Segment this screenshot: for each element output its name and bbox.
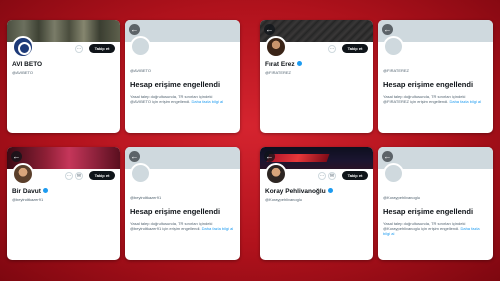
panel-birdavut: ← ⋯ ✉ Takip et Bir Davut @beyindtkazer91…: [7, 147, 240, 260]
withheld-handle: @beyindtkazer91: [130, 195, 162, 200]
avatar-placeholder: [130, 163, 151, 184]
panel-avibeto: ⋯ Takip et AVI BETO @AVIBETO ← @AVIBETO …: [7, 20, 240, 133]
profile-handle: @FIRATEREZ: [265, 70, 291, 75]
panel-firaterez: ← ⋯ Takip et Fırat Erez @FIRATEREZ ← @FI…: [260, 20, 493, 133]
profile-card: ← ⋯ Takip et Fırat Erez @FIRATEREZ: [260, 20, 373, 133]
verified-badge-icon: [327, 188, 333, 193]
avatar-placeholder: [383, 163, 404, 184]
withheld-card: ← @FIRATEREZ Hesap erişime engellendi Ya…: [378, 20, 493, 133]
profile-name: Fırat Erez: [265, 61, 302, 68]
back-arrow-icon[interactable]: ←: [382, 151, 393, 162]
learn-more-link[interactable]: Daha fazla bilgi al: [449, 99, 481, 104]
withheld-message: Yasal talep doğrultusunda, TR sınırları …: [130, 94, 224, 104]
profile-name: Koray Pehlivanoğlu: [265, 188, 333, 195]
avatar[interactable]: [265, 36, 287, 58]
avatar[interactable]: [12, 36, 34, 58]
message-icon[interactable]: ✉: [75, 172, 83, 180]
back-arrow-icon[interactable]: ←: [264, 24, 275, 35]
follow-button[interactable]: Takip et: [342, 44, 368, 53]
verified-badge-icon: [296, 61, 302, 66]
back-arrow-icon[interactable]: ←: [11, 151, 22, 162]
avatar-placeholder: [383, 36, 404, 57]
more-icon[interactable]: ⋯: [318, 172, 326, 180]
profile-handle: @Koraypehlivanoglu: [265, 197, 302, 202]
back-arrow-icon[interactable]: ←: [264, 151, 275, 162]
withheld-card: ← @AVIBETO Hesap erişime engellendi Yasa…: [125, 20, 240, 133]
withheld-handle: @Koraypehlivanoglu: [383, 195, 420, 200]
follow-button[interactable]: Takip et: [342, 171, 368, 180]
follow-button[interactable]: Takip et: [89, 171, 115, 180]
withheld-message: Yasal talep doğrultusunda, TR sınırları …: [383, 221, 480, 236]
message-icon[interactable]: ✉: [328, 172, 336, 180]
withheld-title: Hesap erişime engellendi: [130, 80, 221, 89]
withheld-card: ← @beyindtkazer91 Hesap erişime engellen…: [125, 147, 240, 260]
withheld-title: Hesap erişime engellendi: [383, 80, 474, 89]
profile-name: Bir Davut: [12, 188, 48, 195]
follow-button[interactable]: Takip et: [89, 44, 115, 53]
avatar-placeholder: [130, 36, 151, 57]
back-arrow-icon[interactable]: ←: [382, 24, 393, 35]
profile-card: ← ⋯ ✉ Takip et Koray Pehlivanoğlu @Koray…: [260, 147, 373, 260]
avatar[interactable]: [12, 163, 34, 185]
withheld-handle: @FIRATEREZ: [383, 68, 409, 73]
withheld-card: ← @Koraypehlivanoglu Hesap erişime engel…: [378, 147, 493, 260]
profile-name: AVI BETO: [12, 61, 43, 68]
withheld-title: Hesap erişime engellendi: [383, 207, 474, 216]
withheld-message: Yasal talep doğrultusunda, TR sınırları …: [130, 221, 234, 231]
learn-more-link[interactable]: Daha fazla bilgi al: [192, 99, 224, 104]
profile-handle: @AVIBETO: [12, 70, 34, 75]
learn-more-link[interactable]: Daha fazla bilgi al: [202, 226, 234, 231]
withheld-handle: @AVIBETO: [130, 68, 152, 73]
verified-badge-icon: [42, 188, 48, 193]
withheld-message: Yasal talep doğrultusunda, TR sınırları …: [383, 94, 482, 104]
profile-card: ← ⋯ ✉ Takip et Bir Davut @beyindtkazer91: [7, 147, 120, 260]
more-icon[interactable]: ⋯: [65, 172, 73, 180]
more-icon[interactable]: ⋯: [328, 45, 336, 53]
more-icon[interactable]: ⋯: [75, 45, 83, 53]
profile-card: ⋯ Takip et AVI BETO @AVIBETO: [7, 20, 120, 133]
back-arrow-icon[interactable]: ←: [129, 151, 140, 162]
back-arrow-icon[interactable]: ←: [129, 24, 140, 35]
avatar[interactable]: [265, 163, 287, 185]
profile-handle: @beyindtkazer91: [12, 197, 44, 202]
withheld-title: Hesap erişime engellendi: [130, 207, 221, 216]
panel-koraypehlivanoglu: ← ⋯ ✉ Takip et Koray Pehlivanoğlu @Koray…: [260, 147, 493, 260]
